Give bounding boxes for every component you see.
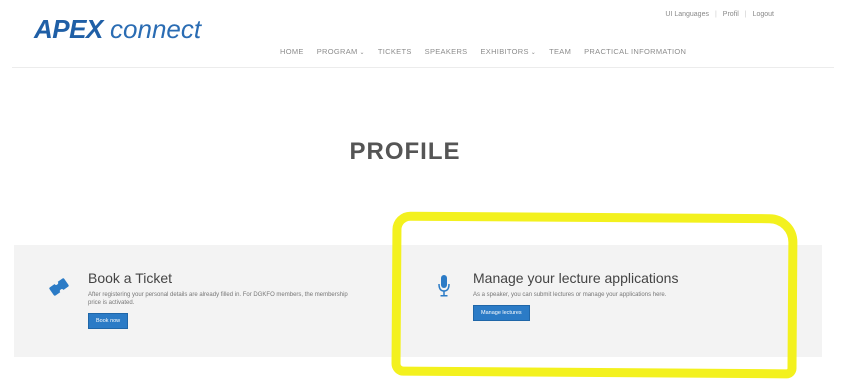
book-ticket-title: Book a Ticket bbox=[88, 270, 173, 286]
apex-connect-logo[interactable]: APEX connect bbox=[34, 14, 201, 45]
book-ticket-card: Book a Ticket After registering your per… bbox=[49, 270, 358, 329]
nav-program[interactable]: Program bbox=[317, 47, 365, 56]
main-nav: Home Program Tickets Speakers Exhibitors… bbox=[280, 47, 686, 56]
book-ticket-text: After registering your personal details … bbox=[88, 292, 348, 306]
page-title-text: PROFILE bbox=[349, 138, 461, 165]
logo-rest: connect bbox=[102, 14, 202, 44]
utility-separator: | bbox=[744, 11, 747, 18]
nav-home[interactable]: Home bbox=[280, 47, 304, 56]
nav-speakers[interactable]: Speakers bbox=[425, 47, 468, 56]
nav-practical-information[interactable]: Practical Information bbox=[584, 47, 686, 56]
ticket-icon bbox=[48, 276, 70, 303]
logout-link[interactable]: Logout bbox=[753, 11, 774, 18]
nav-exhibitors[interactable]: Exhibitors bbox=[480, 47, 536, 56]
nav-team[interactable]: Team bbox=[549, 47, 571, 56]
book-now-button[interactable]: Book now bbox=[88, 313, 129, 329]
page-title: PROFILE bbox=[0, 138, 846, 166]
nav-tickets[interactable]: Tickets bbox=[378, 47, 412, 56]
header-divider bbox=[12, 67, 834, 68]
utility-separator: | bbox=[714, 11, 717, 18]
yellow-highlight-annotation bbox=[391, 211, 798, 379]
utility-nav: UI Languages | Profil | Logout bbox=[665, 11, 774, 18]
logo-bold: APEX bbox=[34, 14, 103, 44]
profile-link[interactable]: Profil bbox=[723, 11, 739, 18]
ui-languages-link[interactable]: UI Languages bbox=[665, 11, 709, 18]
